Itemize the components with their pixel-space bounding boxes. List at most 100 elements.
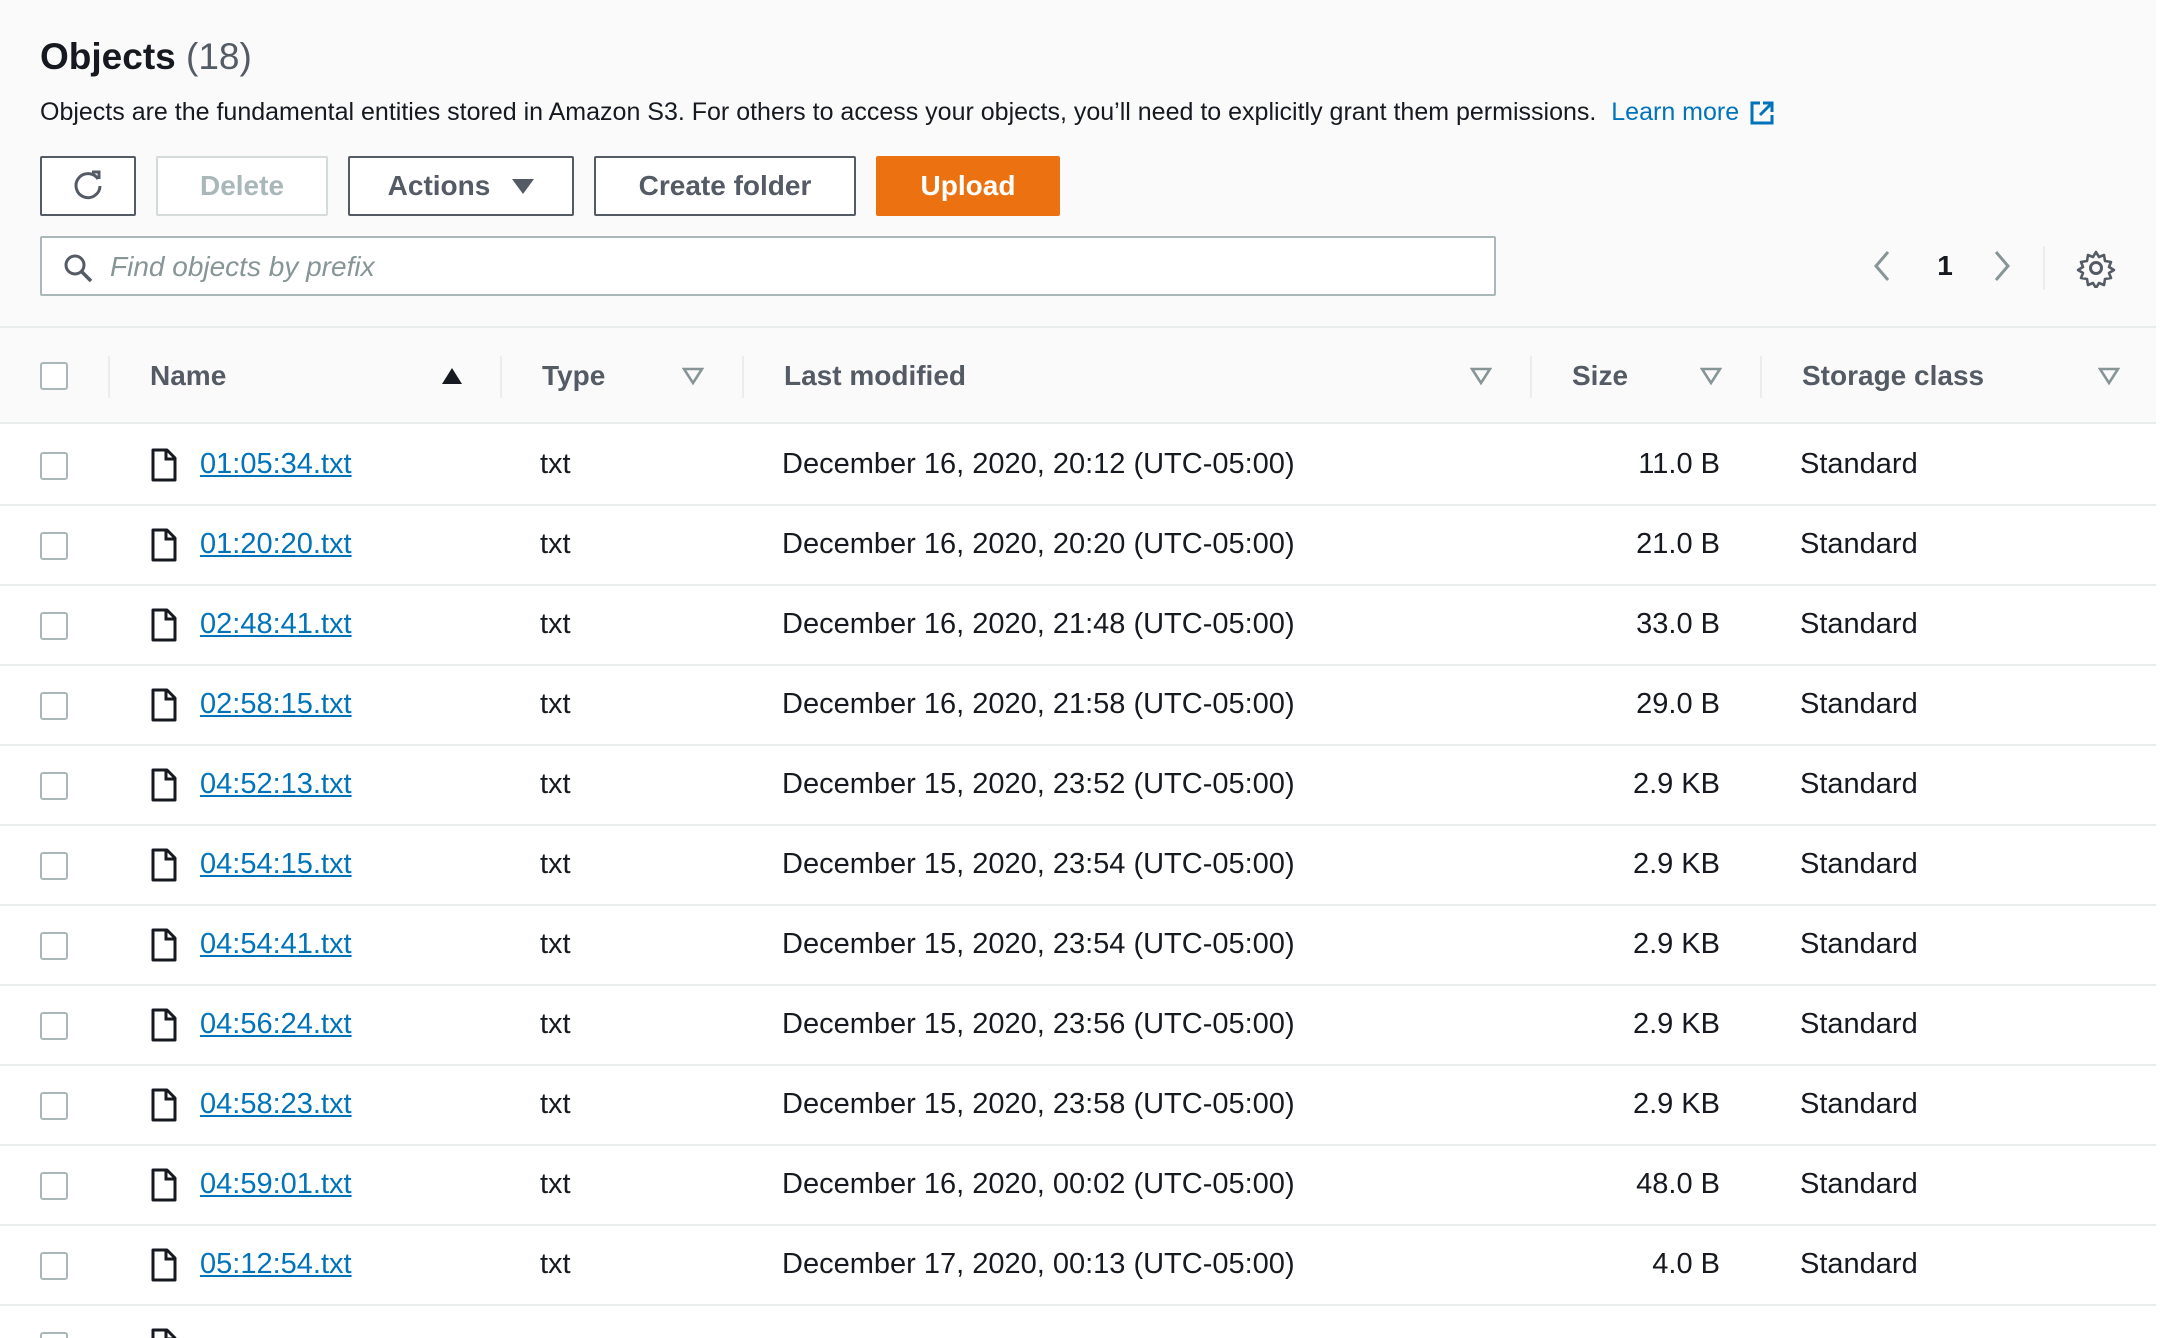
object-size: 33.0 B (1636, 608, 1720, 640)
object-name-link[interactable]: 04:56:24.txt (200, 1008, 352, 1041)
table-row[interactable]: 04:56:24.txt txt December 15, 2020, 23:56 … (0, 986, 2156, 1066)
object-size: 2.9 KB (1632, 1088, 1720, 1120)
table-row[interactable]: 04:54:41.txt txt December 15, 2020, 23:54 … (0, 906, 2156, 986)
sort-filter-icon[interactable] (1700, 366, 1722, 386)
row-checkbox[interactable] (40, 1172, 68, 1200)
object-size: 2.9 KB (1632, 928, 1720, 960)
file-icon (151, 1328, 177, 1338)
column-header-storage-class[interactable]: Storage class (1802, 360, 1984, 392)
table-row[interactable]: 01:05:34.txt txt December 16, 2020, 20:12 … (0, 426, 2156, 506)
file-icon (151, 768, 177, 802)
upload-button[interactable]: Upload (876, 156, 1060, 216)
sort-filter-icon[interactable] (2098, 366, 2120, 386)
object-name-link[interactable]: 04:59:01.txt (200, 1168, 352, 1201)
create-folder-button[interactable]: Create folder (594, 156, 856, 216)
row-checkbox[interactable] (40, 1252, 68, 1280)
object-type: txt (540, 448, 571, 480)
table-row[interactable]: 04:59:01.txt txt December 16, 2020, 00:02 … (0, 1146, 2156, 1226)
sort-filter-icon[interactable] (682, 366, 704, 386)
row-checkbox[interactable] (40, 692, 68, 720)
object-name-link[interactable]: 04:54:15.txt (200, 848, 352, 881)
object-storage-class: Standard (1800, 1168, 1918, 1200)
object-name-link[interactable]: 02:58:15.txt (200, 688, 352, 721)
object-storage-class: Standard (1800, 608, 1918, 640)
refresh-button[interactable] (40, 156, 136, 216)
object-size: 21.0 B (1636, 528, 1720, 560)
sort-ascending-icon[interactable] (440, 366, 464, 386)
object-type: txt (540, 928, 571, 960)
object-type: txt (540, 688, 571, 720)
table-row[interactable]: 02:48:41.txt txt December 16, 2020, 21:48 … (0, 586, 2156, 666)
object-type: txt (540, 768, 571, 800)
file-icon (151, 848, 177, 882)
actions-label: Actions (387, 170, 491, 201)
external-link-icon (1750, 101, 1774, 125)
caret-down-icon (512, 178, 535, 194)
row-checkbox[interactable] (40, 452, 68, 480)
object-size: 2.9 KB (1632, 1008, 1720, 1040)
object-storage-class: Standard (1800, 848, 1918, 880)
object-name-link[interactable]: 01:05:34.txt (200, 448, 352, 481)
object-count: (18) (186, 36, 252, 77)
learn-more-link[interactable]: Learn more (1611, 98, 1775, 126)
objects-header-panel: Objects (18) Objects are the fundamental… (0, 0, 2156, 328)
table-header: Name Type Last modified Size Storage cla… (0, 328, 2156, 424)
table-row[interactable]: 04:54:15.txt txt December 15, 2020, 23:54 … (0, 826, 2156, 906)
row-checkbox[interactable] (40, 1092, 68, 1120)
search-input[interactable] (110, 248, 1470, 286)
object-storage-class: Standard (1800, 1088, 1918, 1120)
row-checkbox[interactable] (40, 532, 68, 560)
object-name-link[interactable]: 04:54:41.txt (200, 928, 352, 961)
row-checkbox[interactable] (40, 1012, 68, 1040)
file-icon (151, 1008, 177, 1042)
row-checkbox[interactable] (40, 852, 68, 880)
object-size: 4.0 B (1652, 1248, 1720, 1280)
table-row[interactable]: 04:58:23.txt txt December 15, 2020, 23:58 … (0, 1066, 2156, 1146)
table-row[interactable]: 01:20:20.txt txt December 16, 2020, 20:20 … (0, 506, 2156, 586)
object-last-modified: December 16, 2020, 20:12 (UTC-05:00) (782, 448, 1295, 480)
object-type: txt (540, 608, 571, 640)
delete-button[interactable]: Delete (156, 156, 328, 216)
object-type: txt (540, 848, 571, 880)
object-size: 2.9 KB (1632, 848, 1720, 880)
page-title: Objects (18) (40, 36, 252, 78)
select-all-checkbox[interactable] (40, 362, 68, 390)
column-header-last-modified[interactable]: Last modified (784, 360, 966, 392)
object-name-link[interactable]: 04:58:23.txt (200, 1088, 352, 1121)
gear-icon[interactable] (2076, 248, 2116, 288)
file-icon (151, 1168, 177, 1202)
object-name-link[interactable]: 04:52:13.txt (200, 768, 352, 801)
file-icon (151, 1088, 177, 1122)
object-last-modified: December 17, 2020, 00:13 (UTC-05:00) (782, 1248, 1295, 1280)
object-storage-class: Standard (1800, 928, 1918, 960)
pagination-divider (2043, 246, 2045, 290)
file-icon (151, 1248, 177, 1282)
object-name-link[interactable]: 05:12:54.txt (200, 1248, 352, 1281)
table-row[interactable]: 05:12:54.txt txt December 17, 2020, 00:13 … (0, 1226, 2156, 1306)
column-header-size[interactable]: Size (1572, 360, 1628, 392)
object-name-link[interactable]: 02:48:41.txt (200, 608, 352, 641)
column-header-name[interactable]: Name (150, 360, 226, 392)
object-type: txt (540, 1088, 571, 1120)
object-size: 29.0 B (1636, 688, 1720, 720)
column-divider (1530, 356, 1532, 398)
row-checkbox[interactable] (40, 1332, 68, 1338)
chevron-left-icon[interactable] (1868, 248, 1896, 284)
table-row[interactable]: 02:58:15.txt txt December 16, 2020, 21:58 … (0, 666, 2156, 746)
object-last-modified: December 15, 2020, 23:58 (UTC-05:00) (782, 1088, 1295, 1120)
sort-filter-icon[interactable] (1470, 366, 1492, 386)
object-type: txt (540, 1168, 571, 1200)
row-checkbox[interactable] (40, 612, 68, 640)
row-checkbox[interactable] (40, 932, 68, 960)
object-type: txt (540, 1008, 571, 1040)
object-last-modified: December 15, 2020, 23:52 (UTC-05:00) (782, 768, 1295, 800)
actions-button[interactable]: Actions (348, 156, 574, 216)
column-header-type[interactable]: Type (542, 360, 605, 392)
object-name-link[interactable]: 01:20:20.txt (200, 528, 352, 561)
object-last-modified: December 16, 2020, 21:58 (UTC-05:00) (782, 688, 1295, 720)
current-page-number[interactable]: 1 (1930, 250, 1960, 282)
table-row[interactable] (0, 1306, 2156, 1338)
table-row[interactable]: 04:52:13.txt txt December 15, 2020, 23:52 … (0, 746, 2156, 826)
chevron-right-icon[interactable] (1988, 248, 2016, 284)
row-checkbox[interactable] (40, 772, 68, 800)
